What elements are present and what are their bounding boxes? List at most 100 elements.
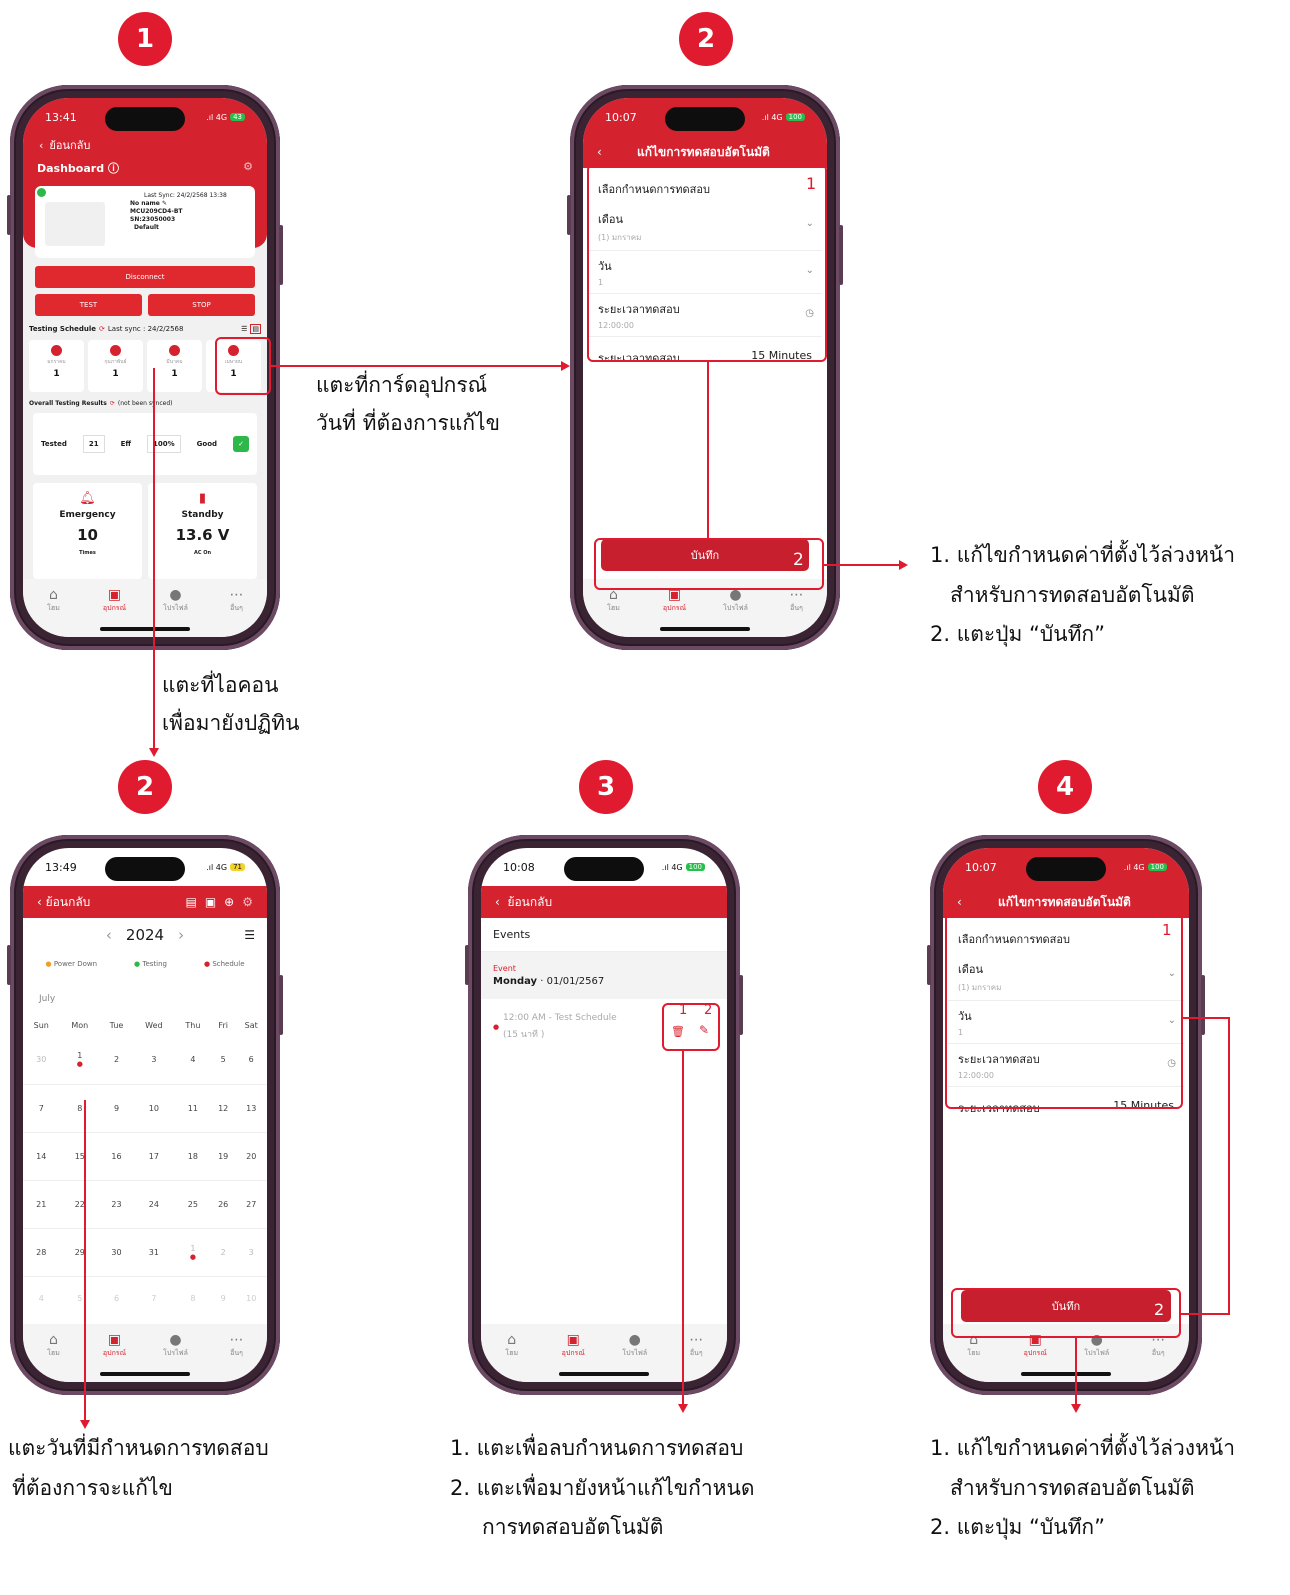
- device-card[interactable]: Last Sync: 24/2/2568 13:38 No name ✎ MCU…: [35, 186, 255, 258]
- month-card[interactable]: มีนาคม 1: [147, 340, 202, 392]
- prev-year-button[interactable]: ‹: [106, 926, 112, 944]
- day-cell[interactable]: 12: [211, 1084, 235, 1132]
- status-time: 10:07: [605, 110, 637, 124]
- back-button[interactable]: ‹ ย้อนกลับ: [23, 136, 267, 154]
- day-cell[interactable]: 8: [175, 1276, 211, 1320]
- highlight-form: [587, 164, 827, 362]
- sync-icon[interactable]: ⟳: [110, 400, 115, 407]
- day-cell[interactable]: 30: [23, 1036, 60, 1084]
- day-cell[interactable]: 18: [175, 1132, 211, 1180]
- document-icon[interactable]: ▤: [185, 895, 196, 909]
- day-cell[interactable]: 19: [211, 1132, 235, 1180]
- step-badge-2-bottom: 2: [118, 760, 172, 814]
- battery-status-icon: ▮: [198, 491, 207, 506]
- home-icon: ⌂: [49, 1332, 58, 1348]
- back-button[interactable]: ‹: [597, 145, 602, 159]
- day-cell[interactable]: 21: [23, 1180, 60, 1228]
- day-cell[interactable]: 5: [211, 1036, 235, 1084]
- tab-more[interactable]: ⋯ อื่นๆ: [217, 1332, 257, 1382]
- back-button[interactable]: ‹: [957, 895, 962, 909]
- day-cell[interactable]: 4: [175, 1036, 211, 1084]
- marker-2: 2: [793, 550, 804, 570]
- day-cell[interactable]: 10: [133, 1084, 175, 1132]
- disconnect-button[interactable]: Disconnect: [35, 266, 255, 288]
- day-cell[interactable]: 1 ●: [60, 1036, 101, 1084]
- annotation-step4: 1. แก้ไขกำหนดค่าที่ตั้งไว้ล่วงหน้า สำหรั…: [930, 1436, 1236, 1539]
- day-cell[interactable]: 25: [175, 1180, 211, 1228]
- stop-button[interactable]: STOP: [148, 294, 255, 316]
- status-time: 13:41: [45, 110, 77, 124]
- day-cell[interactable]: 8: [60, 1084, 101, 1132]
- day-cell[interactable]: 3: [133, 1036, 175, 1084]
- day-cell[interactable]: 11: [175, 1084, 211, 1132]
- day-cell[interactable]: 27: [235, 1180, 267, 1228]
- day-cell[interactable]: 6: [100, 1276, 133, 1320]
- battery-icon: 43: [230, 113, 245, 121]
- battery-icon: 71: [230, 863, 245, 871]
- checkmark-icon: [169, 345, 180, 356]
- back-button[interactable]: ‹ ย้อนกลับ: [37, 893, 90, 912]
- test-button[interactable]: TEST: [35, 294, 142, 316]
- edit-icon[interactable]: ✎: [162, 200, 167, 207]
- schedule-label: Testing Schedule: [29, 325, 96, 333]
- tab-more[interactable]: ⋯ อื่นๆ: [777, 587, 817, 637]
- signal-icon: .ıl 4G: [1123, 862, 1145, 872]
- tab-home[interactable]: ⌂ โฮม: [34, 1332, 74, 1382]
- phone-events: 10:08 .ıl 4G 100 ‹ ย้อนกลับ Events Event …: [465, 835, 743, 1395]
- day-cell[interactable]: 23: [100, 1180, 133, 1228]
- legend: ● Power Down ● Testing ● Schedule: [45, 960, 245, 968]
- save-icon[interactable]: ▣: [205, 895, 216, 909]
- back-button[interactable]: ‹ ย้อนกลับ: [495, 893, 552, 912]
- day-cell[interactable]: 15: [60, 1132, 101, 1180]
- settings-icon[interactable]: ⚙: [242, 895, 253, 909]
- day-cell[interactable]: 7: [133, 1276, 175, 1320]
- day-cell[interactable]: 16: [100, 1132, 133, 1180]
- day-cell[interactable]: 10: [235, 1276, 267, 1320]
- tab-more[interactable]: ⋯ อื่นๆ: [217, 587, 257, 637]
- tab-home[interactable]: ⌂ โฮม: [594, 587, 634, 637]
- day-cell[interactable]: 28: [23, 1228, 60, 1276]
- day-cell[interactable]: 30: [100, 1228, 133, 1276]
- tab-home[interactable]: ⌂ โฮม: [492, 1332, 532, 1382]
- checkmark-icon: [51, 345, 62, 356]
- day-cell[interactable]: 22: [60, 1180, 101, 1228]
- settings-icon[interactable]: ⚙: [243, 160, 253, 176]
- day-cell[interactable]: 1 ●: [175, 1228, 211, 1276]
- day-cell[interactable]: 7: [23, 1084, 60, 1132]
- day-cell[interactable]: 5: [60, 1276, 101, 1320]
- device-model: MCU209CD4-BT: [130, 208, 183, 216]
- day-cell[interactable]: 14: [23, 1132, 60, 1180]
- menu-icon[interactable]: ☰: [244, 928, 255, 942]
- day-cell[interactable]: 13: [235, 1084, 267, 1132]
- annotation-step1: แตะที่การ์ดอุปกรณ์ วันที่ ที่ต้องการแก้ไ…: [316, 373, 500, 435]
- highlight-save: [594, 538, 824, 590]
- day-cell[interactable]: 2: [100, 1036, 133, 1084]
- add-icon[interactable]: ⊕: [224, 895, 234, 909]
- tab-home[interactable]: ⌂ โฮม: [34, 587, 74, 637]
- day-cell[interactable]: 26: [211, 1180, 235, 1228]
- calendar-icon[interactable]: ▤: [250, 324, 261, 334]
- month-card[interactable]: มกราคม 1: [29, 340, 84, 392]
- day-cell[interactable]: 9: [211, 1276, 235, 1320]
- month-card[interactable]: กุมภาพันธ์ 1: [88, 340, 143, 392]
- day-cell[interactable]: 9: [100, 1084, 133, 1132]
- list-icon[interactable]: ☰: [241, 325, 247, 333]
- tab-home[interactable]: ⌂ โฮม: [954, 1332, 994, 1382]
- results-card: Tested 21 Eff 100% Good ✓: [33, 413, 257, 475]
- signal-icon: .ıl 4G: [661, 862, 683, 872]
- day-cell[interactable]: 20: [235, 1132, 267, 1180]
- day-cell[interactable]: 31: [133, 1228, 175, 1276]
- day-cell[interactable]: 2: [211, 1228, 235, 1276]
- next-year-button[interactable]: ›: [178, 926, 184, 944]
- day-cell[interactable]: 4: [23, 1276, 60, 1320]
- day-cell[interactable]: 6: [235, 1036, 267, 1084]
- day-cell[interactable]: 24: [133, 1180, 175, 1228]
- annotation-events: 1. แตะเพื่อลบกำหนดการทดสอบ 2. แตะเพื่อมา…: [450, 1436, 755, 1539]
- year-label: 2024: [125, 926, 165, 944]
- day-cell[interactable]: 29: [60, 1228, 101, 1276]
- tab-more[interactable]: ⋯ อื่นๆ: [1138, 1332, 1178, 1382]
- day-cell[interactable]: 17: [133, 1132, 175, 1180]
- page-title: แก้ไขการทดสอบอัตโนมัติ: [636, 144, 770, 159]
- day-cell[interactable]: 3: [235, 1228, 267, 1276]
- sync-icon[interactable]: ⟳: [99, 325, 105, 333]
